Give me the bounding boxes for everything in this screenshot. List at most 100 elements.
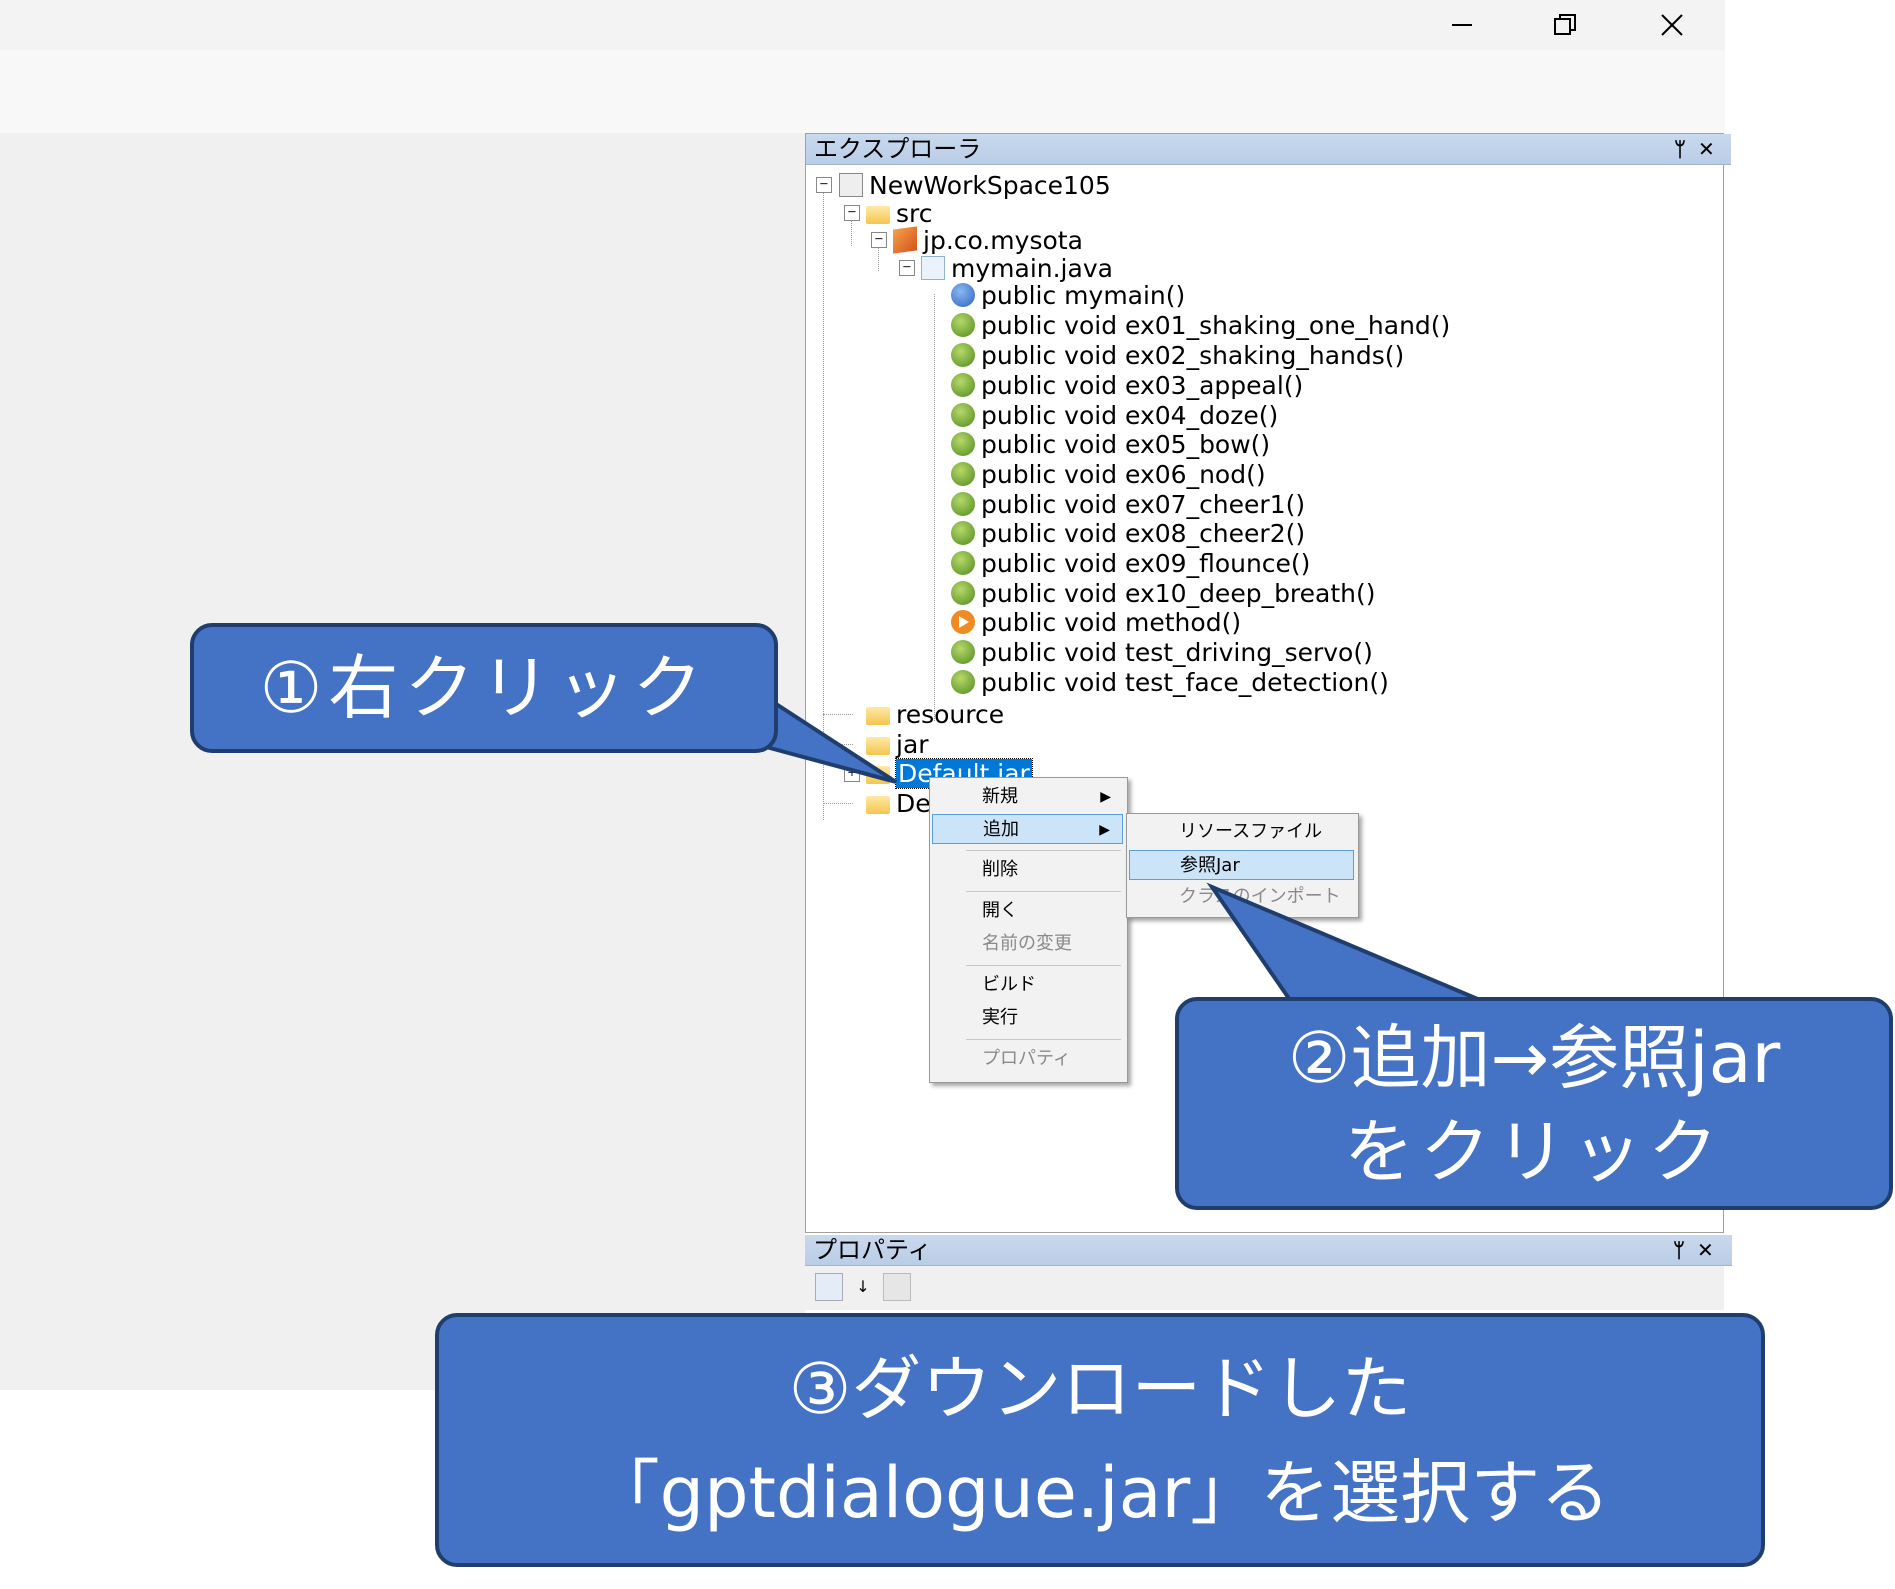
restore-button[interactable] (1535, 0, 1595, 50)
toolbar-area (0, 50, 1725, 133)
callout-step3: ③ダウンロードした 「gptdialogue.jar」を選択する (435, 1313, 1765, 1567)
tree-node-method[interactable]: public void method() (951, 607, 1241, 637)
expand-toggle[interactable]: + (844, 766, 860, 782)
package-icon (893, 226, 917, 254)
method-icon (951, 343, 975, 367)
folder-icon (866, 796, 890, 814)
editor-area (0, 133, 805, 1390)
menu-separator (966, 1039, 1121, 1040)
tree-node-label: public void ex02_shaking_hands() (981, 340, 1405, 370)
menu-item-label: 追加 (983, 819, 1019, 840)
tree-node-method[interactable]: public void ex10_deep_breath() (951, 578, 1376, 608)
tree-node-label: public void ex08_cheer2() (981, 518, 1306, 548)
tree-node-label: jar (896, 729, 929, 759)
callout-text: ②追加→参照jar (1287, 1017, 1781, 1099)
sort-alphabetical-icon[interactable]: ↓ (849, 1273, 877, 1301)
pin-icon[interactable]: ᛘ (1674, 134, 1686, 164)
method-icon (951, 551, 975, 575)
menu-item-rename[interactable]: 名前の変更 (932, 929, 1123, 959)
menu-separator (966, 965, 1121, 966)
menu-item-build[interactable]: ビルド (932, 970, 1123, 1000)
tree-node-workspace[interactable]: NewWorkSpace105 (839, 170, 1111, 200)
close-icon[interactable]: ✕ (1697, 1235, 1714, 1265)
close-icon[interactable]: ✕ (1698, 134, 1715, 164)
menu-item-delete[interactable]: 削除 (932, 855, 1123, 885)
minimize-button[interactable] (1432, 0, 1492, 50)
method-icon (951, 403, 975, 427)
tree-node-method[interactable]: public void ex05_bow() (951, 429, 1270, 459)
tree-node-method[interactable]: public void ex08_cheer2() (951, 518, 1305, 548)
workspace-icon (839, 173, 863, 197)
tree-node-method[interactable]: public void test_face_detection() (951, 667, 1389, 697)
tree-node-default-other[interactable]: De (866, 788, 931, 818)
tree-node-label: public void ex01_shaking_one_hand() (981, 310, 1451, 340)
explorer-title: エクスプローラ (814, 135, 982, 163)
submenu-item-reference-jar[interactable]: 参照Jar (1129, 850, 1354, 880)
tree-node-label: public void test_face_detection() (981, 667, 1389, 697)
menu-item-label: 名前の変更 (982, 933, 1072, 954)
tree-node-method[interactable]: public void ex09_flounce() (951, 548, 1310, 578)
callout-text: をクリック (1344, 1111, 1724, 1193)
menu-separator (966, 850, 1121, 851)
tree-guide (823, 803, 853, 804)
tree-node-method[interactable]: public void ex07_cheer1() (951, 489, 1305, 519)
tree-node-method[interactable]: public void ex04_doze() (951, 400, 1278, 430)
tree-node-label: NewWorkSpace105 (869, 170, 1111, 200)
collapse-toggle[interactable]: − (871, 232, 887, 248)
folder-icon (866, 206, 890, 224)
method-icon (951, 521, 975, 545)
explorer-header: エクスプローラ ᛘ ✕ (806, 134, 1731, 165)
tree-node-package[interactable]: jp.co.mysota (893, 225, 1083, 255)
tree-node-constructor[interactable]: public mymain() (951, 280, 1185, 310)
tree-node-label: public void ex10_deep_breath() (981, 578, 1376, 608)
menu-item-label: ビルド (982, 974, 1036, 995)
tree-node-method[interactable]: public void ex01_shaking_one_hand() (951, 310, 1450, 340)
menu-item-new[interactable]: 新規 ▶ (932, 782, 1123, 812)
method-icon (951, 462, 975, 486)
collapse-toggle[interactable]: − (899, 260, 915, 276)
property-pages-icon[interactable] (883, 1273, 911, 1301)
tree-node-label: public void ex04_doze() (981, 400, 1279, 430)
tree-node-label: public void ex05_bow() (981, 429, 1271, 459)
tree-node-resource[interactable]: resource (866, 699, 1004, 729)
method-icon (951, 640, 975, 664)
callout-text: ③ダウンロードした (788, 1348, 1412, 1430)
tree-node-method[interactable]: public void ex06_nod() (951, 459, 1266, 489)
title-bar (0, 0, 1725, 50)
tree-node-label: public void method() (981, 607, 1242, 637)
submenu-arrow-icon: ▶ (1099, 822, 1110, 838)
tree-node-method[interactable]: public void ex03_appeal() (951, 370, 1303, 400)
menu-item-label: 開く (982, 900, 1018, 921)
tree-node-jar[interactable]: jar (866, 729, 929, 759)
tree-node-src[interactable]: src (866, 198, 933, 228)
menu-item-open[interactable]: 開く (932, 896, 1123, 926)
folder-icon (866, 707, 890, 725)
pin-icon[interactable]: ᛘ (1673, 1235, 1685, 1265)
menu-item-label: 新規 (982, 786, 1018, 807)
tree-guide (823, 714, 853, 715)
tree-node-label: src (896, 198, 933, 228)
tree-node-label: public void test_driving_servo() (981, 637, 1373, 667)
tree-node-label: De (896, 788, 931, 818)
tree-node-method[interactable]: public void test_driving_servo() (951, 637, 1373, 667)
collapse-toggle[interactable]: − (816, 177, 832, 193)
method-icon (951, 581, 975, 605)
properties-title: プロパティ (813, 1236, 932, 1264)
callout-text: ①右クリック (259, 647, 709, 729)
tree-node-label: public void ex06_nod() (981, 459, 1266, 489)
submenu-arrow-icon: ▶ (1100, 789, 1111, 805)
categorized-icon[interactable] (815, 1273, 843, 1301)
menu-item-properties[interactable]: プロパティ (932, 1044, 1123, 1074)
tree-node-method[interactable]: public void ex02_shaking_hands() (951, 340, 1404, 370)
submenu-item-class-import[interactable]: クラスのインポート (1129, 882, 1354, 912)
collapse-toggle[interactable]: − (844, 205, 860, 221)
minimize-icon (1452, 24, 1472, 26)
context-menu: 新規 ▶ 追加 ▶ 削除 開く 名前の変更 ビルド 実行 プロパティ (929, 777, 1128, 1083)
menu-item-add[interactable]: 追加 ▶ (932, 814, 1123, 844)
menu-item-run[interactable]: 実行 (932, 1003, 1123, 1033)
tree-node-file[interactable]: mymain.java (921, 253, 1113, 283)
folder-icon (866, 766, 890, 784)
tree-guide (934, 294, 935, 721)
close-button[interactable] (1642, 0, 1702, 50)
submenu-item-resource-file[interactable]: リソースファイル (1129, 817, 1354, 847)
